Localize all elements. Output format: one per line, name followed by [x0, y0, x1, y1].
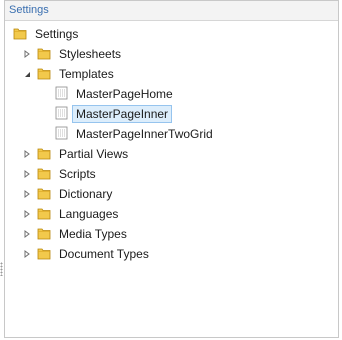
tree-node-label: MasterPageInnerTwoGrid — [76, 127, 213, 141]
tree-node-masterpagehome[interactable]: MasterPageHome — [55, 85, 177, 103]
tree-node-label: Document Types — [59, 247, 149, 261]
tree-node-masterpageinnertwogrid[interactable]: MasterPageInnerTwoGrid — [55, 125, 217, 143]
template-icon — [55, 126, 68, 143]
tree-node-label: Scripts — [59, 167, 96, 181]
folder-icon — [37, 246, 51, 263]
tree-node-label: MasterPageHome — [76, 87, 173, 101]
tree-node-dictionary[interactable]: Dictionary — [23, 185, 116, 203]
tree-node-label-selected: MasterPageInner — [72, 105, 173, 123]
folder-icon — [37, 186, 51, 203]
expand-arrow-icon[interactable] — [23, 170, 31, 178]
folder-icon — [37, 166, 51, 183]
tree-node-label: Languages — [59, 207, 119, 221]
tree-node-label: Templates — [59, 67, 114, 81]
tree-node-label: Dictionary — [59, 187, 113, 201]
folder-icon — [37, 206, 51, 223]
tree-node-label: Media Types — [59, 227, 127, 241]
folder-icon — [13, 26, 27, 43]
expand-arrow-icon[interactable] — [23, 50, 31, 58]
tree-node-settings[interactable]: Settings — [13, 25, 82, 43]
tree-node-label: Stylesheets — [59, 47, 122, 61]
template-icon — [55, 106, 68, 123]
tree-node-partial-views[interactable]: Partial Views — [23, 145, 132, 163]
folder-icon — [37, 66, 51, 83]
expand-arrow-icon[interactable] — [23, 230, 31, 238]
expand-arrow-icon[interactable] — [23, 190, 31, 198]
tree-node-stylesheets[interactable]: Stylesheets — [23, 45, 125, 63]
tree-node-label: Settings — [35, 27, 79, 41]
folder-icon — [37, 226, 51, 243]
panel-title: Settings — [5, 1, 338, 21]
tree-node-masterpageinner[interactable]: MasterPageInner — [55, 105, 173, 123]
collapse-arrow-icon[interactable] — [23, 70, 31, 78]
tree-node-languages[interactable]: Languages — [23, 205, 122, 223]
settings-tree-panel: Settings Settings Stylesheets Templates … — [4, 0, 339, 338]
tree-node-scripts[interactable]: Scripts — [23, 165, 100, 183]
template-icon — [55, 86, 68, 103]
folder-icon — [37, 146, 51, 163]
folder-icon — [37, 46, 51, 63]
expand-arrow-icon[interactable] — [23, 150, 31, 158]
tree-node-label: Partial Views — [59, 147, 129, 161]
tree-node-templates[interactable]: Templates — [23, 65, 118, 83]
resize-handle[interactable] — [0, 262, 3, 276]
expand-arrow-icon[interactable] — [23, 210, 31, 218]
expand-arrow-icon[interactable] — [23, 250, 31, 258]
tree-node-media-types[interactable]: Media Types — [23, 225, 131, 243]
tree-node-document-types[interactable]: Document Types — [23, 245, 153, 263]
